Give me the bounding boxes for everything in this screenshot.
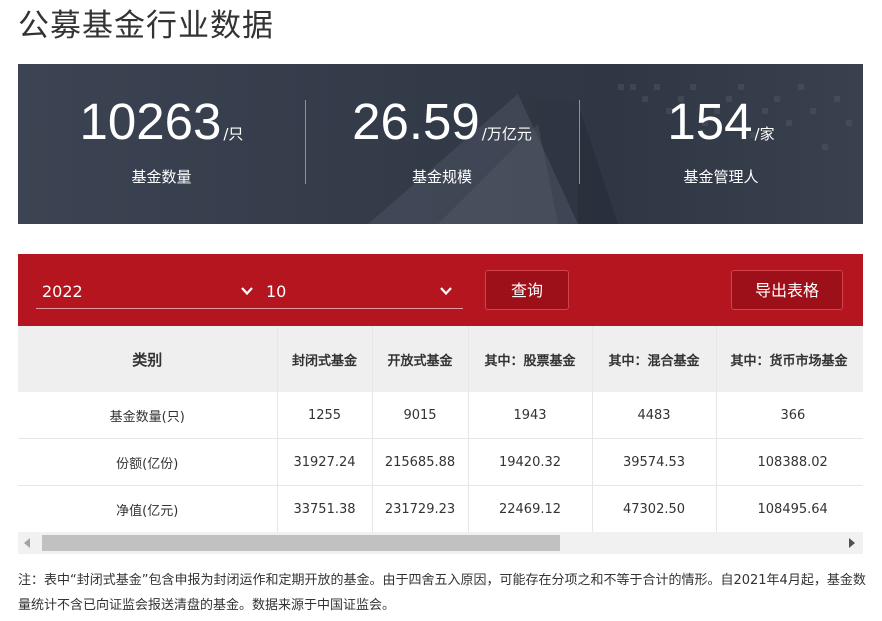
month-select[interactable]: 10 — [260, 274, 463, 309]
scroll-left-arrow-icon[interactable] — [24, 538, 30, 548]
table-cell: 净值(亿元) — [18, 485, 278, 532]
table-cell: 9015 — [372, 392, 469, 439]
table-cell: 22469.12 — [468, 485, 593, 532]
stat-unit: /万亿元 — [481, 125, 532, 143]
chevron-down-icon — [440, 287, 452, 296]
stat-unit: /家 — [754, 125, 775, 143]
chevron-down-icon — [241, 287, 253, 296]
stat-label: 基金数量 — [131, 168, 192, 186]
year-select[interactable]: 2022 — [36, 274, 264, 309]
table-cell: 19420.32 — [468, 438, 593, 486]
table-row: 净值(亿元) 33751.38 231729.23 22469.12 47302… — [18, 485, 863, 532]
stat-value: 26.59 — [352, 93, 480, 150]
table-cell: 份额(亿份) — [18, 438, 278, 486]
stat-fund-scale: 26.59/万亿元 基金规模 — [305, 92, 579, 212]
scrollbar-thumb[interactable] — [42, 535, 560, 551]
fund-data-table[interactable]: 类别 封闭式基金 开放式基金 其中：股票基金 其中：混合基金 其中：货币市场基金… — [18, 326, 863, 532]
column-header: 其中：混合基金 — [592, 326, 717, 392]
stat-value: 154 — [667, 93, 753, 150]
table-cell: 基金数量(只) — [18, 392, 278, 439]
filter-bar: 2022 10 查询 导出表格 — [18, 254, 863, 326]
table-cell: 39574.53 — [592, 438, 717, 486]
page-title: 公募基金行业数据 — [18, 8, 274, 44]
table-cell: 47302.50 — [592, 485, 717, 532]
table-cell: 108388.02 — [716, 438, 863, 486]
table-cell: 1255 — [277, 392, 373, 439]
column-header: 其中：股票基金 — [468, 326, 593, 392]
year-select-value: 2022 — [42, 282, 83, 301]
column-header: 其中：货币市场基金 — [716, 326, 863, 392]
footnote: 注：表中“封闭式基金”包含申报为封闭运作和定期开放的基金。由于四舍五入原因，可能… — [18, 573, 866, 613]
horizontal-scrollbar[interactable] — [18, 532, 863, 554]
table-cell: 108495.64 — [716, 485, 863, 532]
table-cell: 231729.23 — [372, 485, 469, 532]
table-cell: 366 — [716, 392, 863, 439]
scroll-right-arrow-icon[interactable] — [849, 538, 855, 548]
query-button[interactable]: 查询 — [485, 270, 569, 310]
table-cell: 33751.38 — [277, 485, 373, 532]
table-cell: 4483 — [592, 392, 717, 439]
table-row: 份额(亿份) 31927.24 215685.88 19420.32 39574… — [18, 438, 863, 486]
export-table-button[interactable]: 导出表格 — [731, 270, 843, 310]
stat-fund-count: 10263/只 基金数量 — [18, 92, 305, 212]
table-header-row: 类别 封闭式基金 开放式基金 其中：股票基金 其中：混合基金 其中：货币市场基金 — [18, 326, 863, 392]
stat-label: 基金规模 — [411, 168, 472, 186]
table-row: 基金数量(只) 1255 9015 1943 4483 366 — [18, 392, 863, 439]
stat-unit: /只 — [223, 125, 244, 143]
month-select-value: 10 — [266, 282, 287, 301]
table-cell: 31927.24 — [277, 438, 373, 486]
column-header: 类别 — [18, 326, 278, 392]
stat-label: 基金管理人 — [683, 168, 759, 186]
stat-fund-managers: 154/家 基金管理人 — [579, 92, 863, 212]
stat-value: 10263 — [79, 93, 222, 150]
column-header: 封闭式基金 — [277, 326, 373, 392]
column-header: 开放式基金 — [372, 326, 469, 392]
stats-banner: 10263/只 基金数量 26.59/万亿元 基金规模 154/家 基金管理人 — [18, 64, 863, 224]
table-cell: 215685.88 — [372, 438, 469, 486]
table-cell: 1943 — [468, 392, 593, 439]
